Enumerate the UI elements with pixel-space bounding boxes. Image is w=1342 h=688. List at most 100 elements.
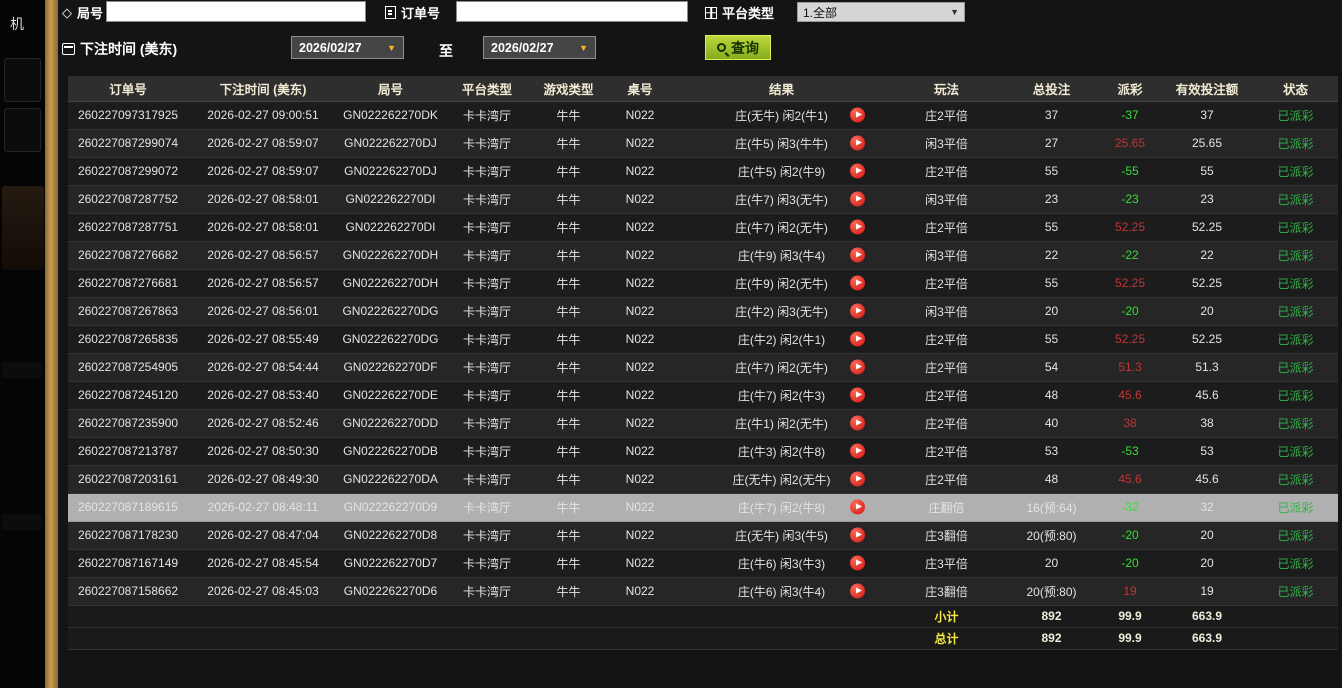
table-row[interactable]: 2602270872549052026-02-27 08:54:44GN0222… xyxy=(68,353,1338,381)
cell: 20 xyxy=(1161,521,1253,549)
result-text: 庄(牛2) 闲3(无牛) xyxy=(735,305,828,319)
footer-label: 小计 xyxy=(889,605,1004,627)
play-icon[interactable] xyxy=(850,136,865,151)
play-icon[interactable] xyxy=(850,108,865,123)
play-icon[interactable] xyxy=(850,444,865,459)
platform-type-select[interactable]: 1.全部 ▼ xyxy=(797,2,965,22)
cell: 卡卡湾厅 xyxy=(443,577,531,605)
date-from-picker[interactable]: 2026/02/27 ▼ xyxy=(291,36,404,59)
play-icon[interactable] xyxy=(850,164,865,179)
table-row[interactable]: 2602270871896152026-02-27 08:48:11GN0222… xyxy=(68,493,1338,521)
table-row[interactable]: 2602270872877522026-02-27 08:58:01GN0222… xyxy=(68,185,1338,213)
cell: GN022262270DJ xyxy=(338,157,443,185)
table-row[interactable]: 2602270872678632026-02-27 08:56:01GN0222… xyxy=(68,297,1338,325)
result-text: 庄(牛9) 闲2(无牛) xyxy=(735,277,828,291)
cell: N022 xyxy=(606,409,674,437)
table-row[interactable]: 2602270872031612026-02-27 08:49:30GN0222… xyxy=(68,465,1338,493)
table-row[interactable]: 2602270872766812026-02-27 08:56:57GN0222… xyxy=(68,269,1338,297)
result-text: 庄(牛7) 闲2(无牛) xyxy=(735,221,828,235)
diamond-icon: ◇ xyxy=(62,5,72,21)
status-cell: 已派彩 xyxy=(1253,129,1338,157)
play-icon[interactable] xyxy=(850,556,865,571)
play-triangle-icon xyxy=(856,280,862,286)
cell: 260227087299074 xyxy=(68,129,188,157)
cell: GN022262270D8 xyxy=(338,521,443,549)
sidebar-box[interactable] xyxy=(4,58,41,102)
cell: 51.3 xyxy=(1161,353,1253,381)
result-cell: 庄(牛7) 闲2(无牛) xyxy=(674,213,889,241)
play-icon[interactable] xyxy=(850,584,865,599)
cell: 牛牛 xyxy=(531,101,606,129)
cell: 53 xyxy=(1004,437,1099,465)
cell: 260227087267863 xyxy=(68,297,188,325)
column-header: 结果 xyxy=(674,76,889,101)
query-button-label: 查询 xyxy=(731,38,759,58)
cell: N022 xyxy=(606,465,674,493)
cell: N022 xyxy=(606,493,674,521)
cell: GN022262270DI xyxy=(338,213,443,241)
footer-value: 99.9 xyxy=(1099,627,1161,649)
document-icon xyxy=(385,6,396,19)
play-icon[interactable] xyxy=(850,332,865,347)
payout-cell: -37 xyxy=(1099,101,1161,129)
cell: 牛牛 xyxy=(531,521,606,549)
table-row[interactable]: 2602270872137872026-02-27 08:50:30GN0222… xyxy=(68,437,1338,465)
cell: 2026-02-27 08:45:03 xyxy=(188,577,338,605)
cell: 20(预:80) xyxy=(1004,577,1099,605)
status-cell: 已派彩 xyxy=(1253,353,1338,381)
payout-cell: 51.3 xyxy=(1099,353,1161,381)
table-row[interactable]: 2602270872658352026-02-27 08:55:49GN0222… xyxy=(68,325,1338,353)
date-to-picker[interactable]: 2026/02/27 ▼ xyxy=(483,36,596,59)
play-icon[interactable] xyxy=(850,528,865,543)
cell: 20 xyxy=(1004,549,1099,577)
sidebar-box[interactable] xyxy=(4,108,41,152)
play-icon[interactable] xyxy=(850,416,865,431)
cell: 卡卡湾厅 xyxy=(443,381,531,409)
round-number-input[interactable] xyxy=(106,1,366,22)
play-icon[interactable] xyxy=(850,276,865,291)
play-icon[interactable] xyxy=(850,192,865,207)
cell: 20 xyxy=(1161,297,1253,325)
cell: 闲3平倍 xyxy=(889,241,1004,269)
play-icon[interactable] xyxy=(850,304,865,319)
table-row[interactable]: 2602270872359002026-02-27 08:52:46GN0222… xyxy=(68,409,1338,437)
payout-cell: 19 xyxy=(1099,577,1161,605)
cell: 55 xyxy=(1161,157,1253,185)
play-icon[interactable] xyxy=(850,248,865,263)
table-row[interactable]: 2602270872990722026-02-27 08:59:07GN0222… xyxy=(68,157,1338,185)
play-icon[interactable] xyxy=(850,500,865,515)
cell: GN022262270DA xyxy=(338,465,443,493)
play-icon[interactable] xyxy=(850,472,865,487)
cell: N022 xyxy=(606,437,674,465)
play-triangle-icon xyxy=(856,448,862,454)
table-row[interactable]: 2602270872451202026-02-27 08:53:40GN0222… xyxy=(68,381,1338,409)
table-row[interactable]: 2602270973179252026-02-27 09:00:51GN0222… xyxy=(68,101,1338,129)
round-number-label: ◇ 局号 xyxy=(62,3,103,22)
sidebar-fragment xyxy=(2,514,42,530)
cell: 2026-02-27 08:56:57 xyxy=(188,241,338,269)
result-cell: 庄(牛9) 闲3(牛4) xyxy=(674,241,889,269)
cell: 260227097317925 xyxy=(68,101,188,129)
play-icon[interactable] xyxy=(850,388,865,403)
table-row[interactable]: 2602270871586622026-02-27 08:45:03GN0222… xyxy=(68,577,1338,605)
play-icon[interactable] xyxy=(850,220,865,235)
table-row[interactable]: 2602270872766822026-02-27 08:56:57GN0222… xyxy=(68,241,1338,269)
footer-spacer xyxy=(1253,627,1338,649)
order-number-input[interactable] xyxy=(456,1,688,22)
table-row[interactable]: 2602270872990742026-02-27 08:59:07GN0222… xyxy=(68,129,1338,157)
cell: 2026-02-27 08:58:01 xyxy=(188,185,338,213)
table-row[interactable]: 2602270871782302026-02-27 08:47:04GN0222… xyxy=(68,521,1338,549)
cell: 卡卡湾厅 xyxy=(443,269,531,297)
table-row[interactable]: 2602270872877512026-02-27 08:58:01GN0222… xyxy=(68,213,1338,241)
cell: 48 xyxy=(1004,465,1099,493)
cell: 45.6 xyxy=(1161,381,1253,409)
result-cell: 庄(牛7) 闲2(牛8) xyxy=(674,493,889,521)
cell: 牛牛 xyxy=(531,325,606,353)
table-row[interactable]: 2602270871671492026-02-27 08:45:54GN0222… xyxy=(68,549,1338,577)
play-icon[interactable] xyxy=(850,360,865,375)
cell: 260227087178230 xyxy=(68,521,188,549)
payout-cell: 38 xyxy=(1099,409,1161,437)
cell: 25.65 xyxy=(1161,129,1253,157)
cell: 2026-02-27 08:47:04 xyxy=(188,521,338,549)
query-button[interactable]: 查询 xyxy=(705,35,771,60)
